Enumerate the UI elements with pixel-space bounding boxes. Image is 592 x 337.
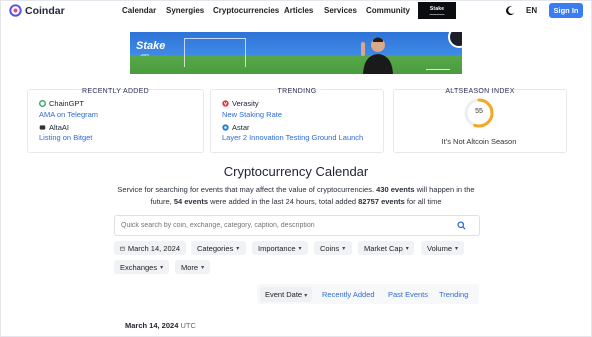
- header-ad-logo: Stake: [429, 5, 445, 12]
- search-button[interactable]: [443, 216, 479, 235]
- chevron-down-icon: ▾: [236, 245, 240, 252]
- chevron-down-icon: ▾: [201, 264, 205, 271]
- ad-banner[interactable]: Stake .com ▬▬▬▬▬▬▬▬: [130, 32, 462, 74]
- chevron-down-icon: ▾: [304, 293, 308, 299]
- trending-title: TRENDING: [277, 88, 317, 95]
- list-timezone: UTC: [180, 321, 196, 330]
- chevron-down-icon: ▾: [342, 245, 346, 252]
- banner-fine-print: ▬▬▬▬▬▬▬▬: [426, 67, 450, 71]
- banner-logo: Stake: [136, 40, 166, 52]
- altseason-title: ALTSEASON INDEX: [445, 88, 515, 95]
- brand-name: Coindar: [25, 4, 65, 17]
- banner-goal-net: [184, 38, 246, 67]
- nav-calendar[interactable]: Calendar: [122, 6, 156, 15]
- trending-event-link[interactable]: New Staking Rate: [222, 110, 282, 119]
- nav-articles[interactable]: Articles: [284, 6, 313, 15]
- coindar-logo-icon: [9, 4, 22, 17]
- categories-filter-button[interactable]: Categories ▾: [191, 241, 246, 255]
- altseason-value: 55: [475, 108, 483, 115]
- recently-added-event-link[interactable]: Listing on Bitget: [39, 133, 92, 142]
- recently-added-coin[interactable]: AltaAI: [39, 123, 69, 132]
- events-total-count: 430 events: [376, 185, 415, 194]
- nav-services[interactable]: Services: [324, 6, 357, 15]
- search-icon: [456, 221, 466, 230]
- banner-logo-suffix: .com: [140, 52, 149, 57]
- list-date: March 14, 2024: [125, 321, 179, 330]
- coins-filter-label: Coins: [320, 243, 340, 253]
- banner-ball-image: [448, 32, 462, 48]
- recently-added-coin[interactable]: ChainGPT: [39, 99, 84, 108]
- verasity-coin-icon: [222, 100, 229, 107]
- sort-event-date-tab[interactable]: Event Date ▾: [260, 287, 313, 302]
- astar-coin-icon: [222, 124, 229, 131]
- market-cap-filter-label: Market Cap: [364, 243, 403, 253]
- trending-coin[interactable]: Astar: [222, 123, 250, 132]
- date-filter-label: March 14, 2024: [127, 243, 180, 253]
- search-bar: [114, 215, 480, 236]
- recently-added-title: RECENTLY ADDED: [82, 88, 149, 95]
- coin-name: Verasity: [232, 99, 259, 108]
- sign-in-button[interactable]: Sign In: [549, 3, 583, 18]
- chevron-down-icon: ▾: [298, 245, 302, 252]
- volume-filter-label: Volume: [427, 243, 453, 253]
- volume-filter-button[interactable]: Volume ▾: [421, 241, 464, 255]
- search-input[interactable]: [121, 216, 431, 235]
- exchanges-filter-button[interactable]: Exchanges ▾: [114, 260, 169, 274]
- chevron-down-icon: ▾: [160, 264, 164, 271]
- page-description: Service for searching for events that ma…: [115, 184, 477, 207]
- dark-mode-icon[interactable]: [505, 5, 516, 16]
- sort-past-events-tab[interactable]: Past Events: [388, 290, 428, 299]
- desc-text: Service for searching for events that ma…: [117, 185, 377, 194]
- nav-cryptocurrencies[interactable]: Cryptocurrencies: [213, 6, 279, 15]
- list-date-heading: March 14, 2024 UTC: [125, 321, 196, 330]
- nav-community[interactable]: Community: [366, 6, 410, 15]
- sort-trending-tab[interactable]: Trending: [439, 290, 468, 299]
- sort-event-date-label: Event Date: [265, 290, 303, 299]
- categories-filter-label: Categories: [197, 243, 234, 253]
- coin-name: Astar: [232, 123, 250, 132]
- banner-person-image: [361, 37, 393, 74]
- top-header: Coindar Calendar Synergies Cryptocurrenc…: [0, 0, 592, 22]
- desc-text: for all time: [404, 196, 442, 206]
- trending-coin[interactable]: Verasity: [222, 99, 259, 108]
- trending-event-link[interactable]: Layer 2 Innovation Testing Ground Launch: [222, 133, 363, 142]
- coin-name: ChainGPT: [49, 99, 85, 108]
- language-selector[interactable]: EN: [526, 6, 537, 15]
- altaai-coin-icon: [39, 125, 46, 130]
- events-all-count: 82757 events: [358, 196, 405, 206]
- chevron-down-icon: ▾: [455, 245, 459, 252]
- sort-tabs: Event Date ▾ Recently Added Past Events …: [257, 284, 479, 304]
- importance-filter-button[interactable]: Importance ▾: [252, 241, 308, 255]
- altseason-caption: It's Not Altcoin Season: [441, 137, 517, 146]
- chevron-down-icon: ▾: [405, 245, 409, 252]
- coins-filter-button[interactable]: Coins ▾: [314, 241, 352, 255]
- more-filter-label: More: [181, 262, 199, 272]
- page-title: Cryptocurrency Calendar: [223, 164, 369, 179]
- date-filter-button[interactable]: March 14, 2024: [114, 241, 186, 255]
- desc-text: were added in the last 24 hours, total a…: [208, 196, 359, 206]
- calendar-icon: [120, 246, 125, 251]
- exchanges-filter-label: Exchanges: [120, 262, 158, 272]
- market-cap-filter-button[interactable]: Market Cap ▾: [358, 241, 414, 255]
- header-ad[interactable]: Stake ▬▬▬▬▬▬: [418, 2, 456, 19]
- brand-logo[interactable]: Coindar: [9, 4, 65, 17]
- nav-synergies[interactable]: Synergies: [166, 6, 204, 15]
- header-ad-strip: ▬▬▬▬▬▬: [429, 12, 445, 16]
- importance-filter-label: Importance: [258, 243, 296, 253]
- more-filter-button[interactable]: More ▾: [175, 260, 210, 274]
- coin-name: AltaAI: [49, 123, 70, 132]
- events-added-count: 54 events: [173, 196, 209, 206]
- recently-added-event-link[interactable]: AMA on Telegram: [39, 110, 98, 119]
- chaingpt-coin-icon: [39, 100, 46, 107]
- sort-recently-added-tab[interactable]: Recently Added: [322, 290, 375, 299]
